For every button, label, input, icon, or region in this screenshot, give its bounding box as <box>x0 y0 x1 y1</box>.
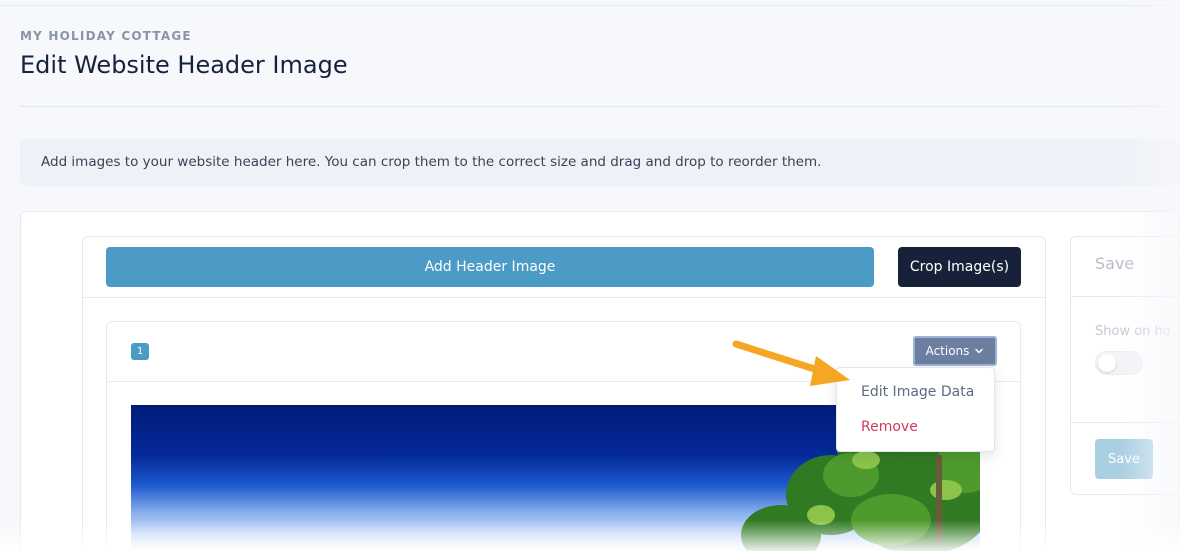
actions-menu: Edit Image Data Remove <box>836 367 995 452</box>
image-index-badge: 1 <box>131 343 149 360</box>
save-panel-footer-divider <box>1070 422 1180 423</box>
annotation-arrow-icon <box>732 340 850 386</box>
chevron-down-icon <box>975 348 984 354</box>
menu-item-edit-image-data[interactable]: Edit Image Data <box>861 384 974 400</box>
actions-label: Actions <box>925 344 970 358</box>
info-banner: Add images to your website header here. … <box>20 139 1180 186</box>
crop-images-button[interactable]: Crop Image(s) <box>898 247 1021 287</box>
actions-dropdown-button[interactable]: Actions <box>913 336 997 366</box>
toggle-knob <box>1098 354 1116 372</box>
show-on-toggle-label: Show on ho <box>1095 324 1171 339</box>
save-panel-divider <box>1070 296 1180 297</box>
menu-item-remove[interactable]: Remove <box>861 419 918 435</box>
toolbar-divider <box>82 297 1046 298</box>
page-title: Edit Website Header Image <box>20 51 348 79</box>
add-header-image-button[interactable]: Add Header Image <box>106 247 874 287</box>
save-panel-title: Save <box>1095 254 1135 273</box>
header-divider <box>20 106 1180 107</box>
save-button[interactable]: Save <box>1095 439 1153 479</box>
show-on-toggle[interactable] <box>1095 351 1143 375</box>
page-eyebrow: MY HOLIDAY COTTAGE <box>20 29 192 43</box>
top-border <box>0 5 1180 6</box>
